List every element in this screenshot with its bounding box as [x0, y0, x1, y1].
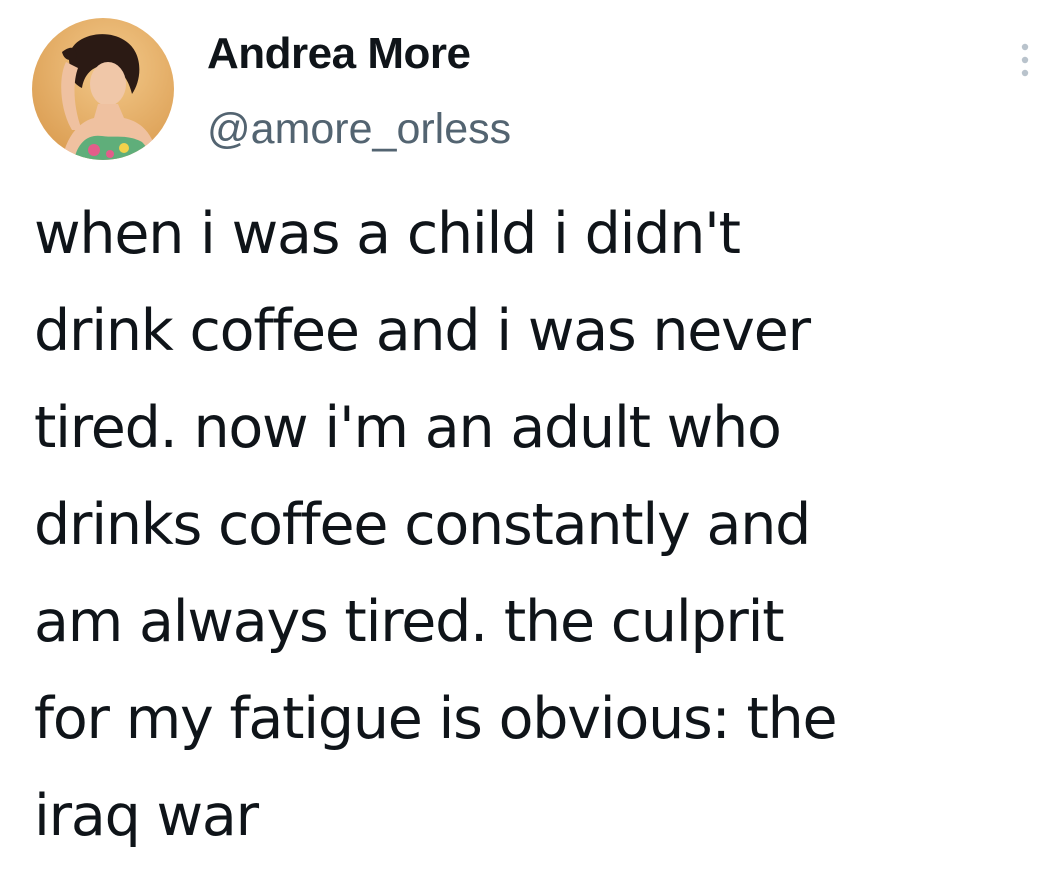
tweet-text: when i was a child i didn't drink coffee…: [34, 186, 1044, 865]
tweet-text-line: drink coffee and i was never: [34, 298, 811, 364]
author-handle[interactable]: @amore_orless: [207, 104, 511, 154]
more-options-button[interactable]: [1010, 38, 1040, 82]
more-vertical-icon: [1021, 43, 1029, 77]
tweet-text-line: when i was a child i didn't: [34, 201, 741, 267]
author-display-name[interactable]: Andrea More: [207, 28, 471, 80]
tweet-text-line: am always tired. the culprit: [34, 589, 785, 655]
tweet-text-line: tired. now i'm an adult who: [34, 395, 782, 461]
avatar[interactable]: [32, 18, 174, 160]
tweet-text-line: iraq war: [34, 783, 259, 849]
tweet-text-line: for my fatigue is obvious: the: [34, 686, 838, 752]
tweet-text-line: drinks coffee constantly and: [34, 492, 811, 558]
tweet-card: Andrea More @amore_orless when i was a c…: [0, 0, 1057, 875]
avatar-photo-icon: [32, 18, 174, 160]
